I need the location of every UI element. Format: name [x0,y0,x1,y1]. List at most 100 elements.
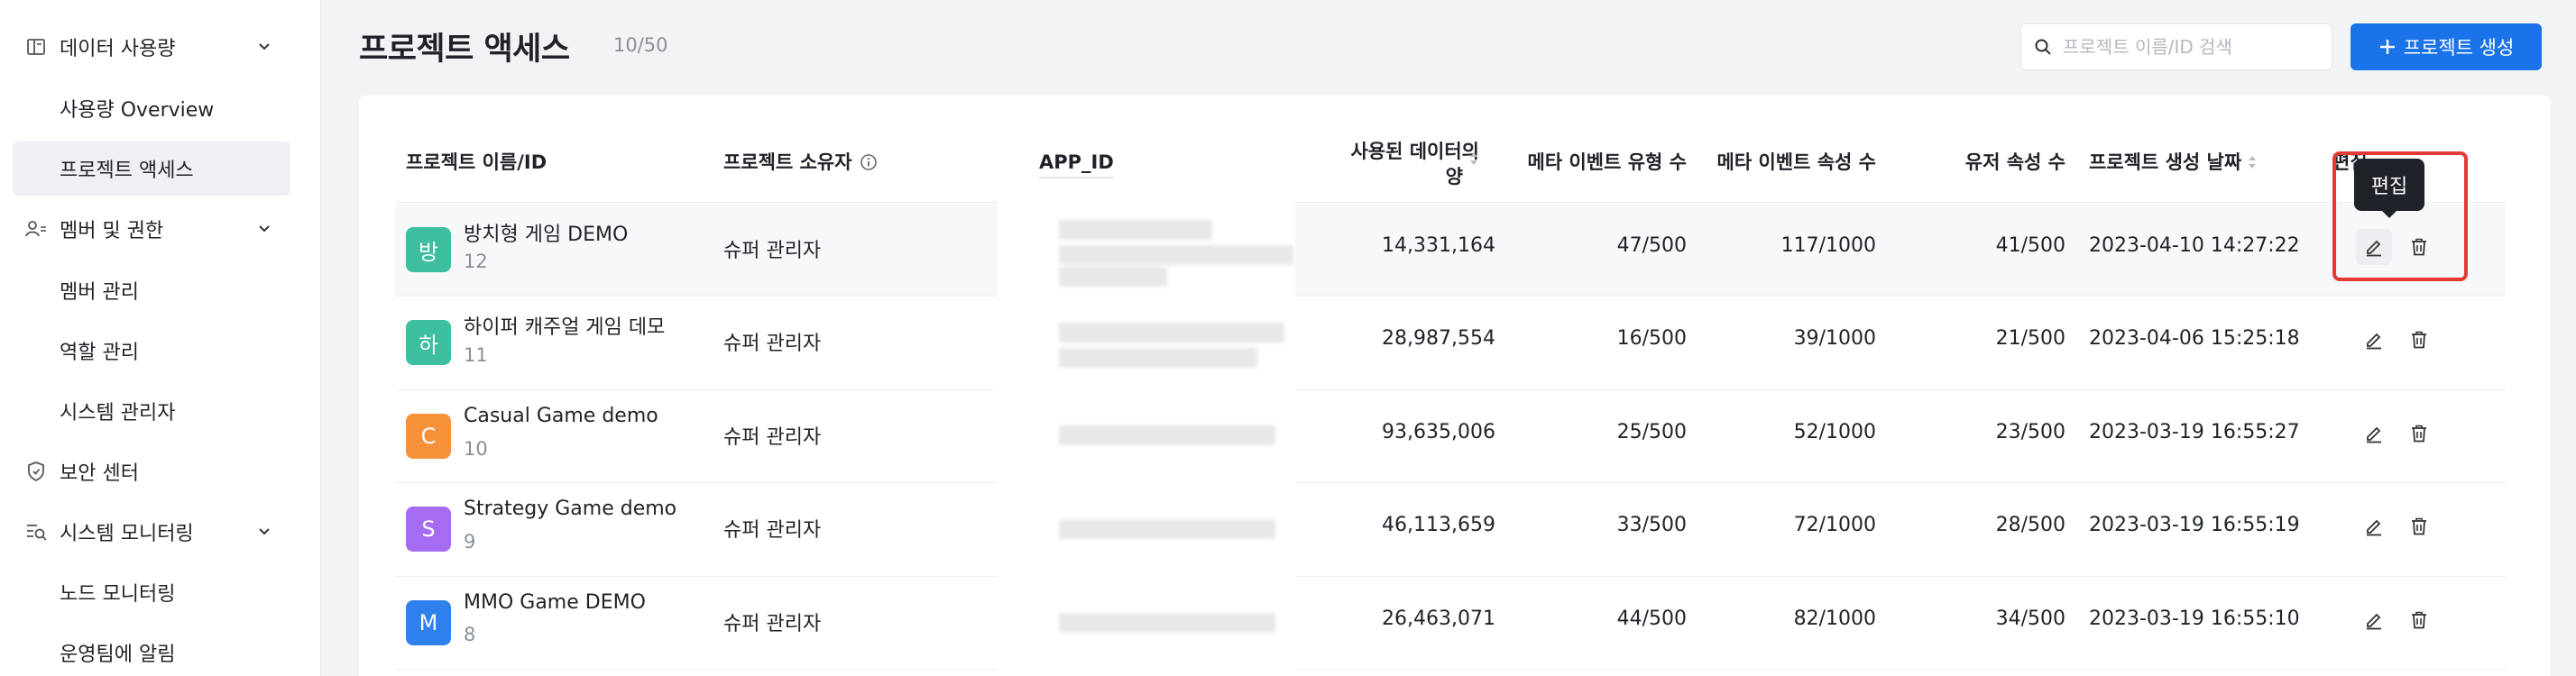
delete-button[interactable] [2401,416,2437,452]
sort-icon[interactable] [2247,153,2258,171]
sidebar-group-data-usage[interactable]: 데이터 사용량 [13,20,290,74]
project-owner: 슈퍼 관리자 [723,426,822,449]
app-id-column: APP_ID [998,96,1295,676]
sort-icon[interactable] [1468,150,1479,168]
meta-event-props: 82/1000 [1793,607,1876,630]
meta-event-types: 25/500 [1616,421,1687,443]
edit-button[interactable] [2356,416,2392,452]
sidebar-group-monitoring[interactable]: 시스템 모니터링 [13,505,290,559]
sidebar-group-label: 데이터 사용량 [60,38,176,60]
column-header-meta-event-types: 메타 이벤트 유형 수 [1527,151,1688,173]
project-id: 9 [464,531,476,553]
shield-icon [25,461,47,482]
sidebar-item-project-access[interactable]: 프로젝트 액세스 [13,142,290,196]
pencil-icon [2364,424,2384,443]
user-props: 34/500 [1995,607,2065,630]
created-date: 2023-04-10 14:27:22 [2089,234,2300,257]
sidebar-item-node-monitoring[interactable]: 노드 모니터링 [13,565,290,619]
created-date: 2023-03-19 16:55:27 [2089,421,2300,443]
create-project-label: 프로젝트 생성 [2403,37,2515,59]
create-project-button[interactable]: 프로젝트 생성 [2351,23,2542,70]
meta-event-props: 117/1000 [1780,234,1876,257]
pencil-icon [2364,330,2384,350]
redacted-app-id [1059,267,1167,287]
search-input[interactable] [2063,36,2315,58]
user-props: 28/500 [1995,514,2065,536]
annotation-highlight-box [2332,151,2468,281]
sidebar-group-members[interactable]: 멤버 및 권한 [13,202,290,256]
sidebar-item-system-admin[interactable]: 시스템 관리자 [13,384,290,438]
column-header-created[interactable]: 프로젝트 생성 날짜 [2089,150,2258,175]
project-name[interactable]: MMO Game DEMO [464,591,646,614]
project-owner: 슈퍼 관리자 [723,519,822,542]
sidebar-item-label: 운영팀에 알림 [60,644,176,666]
redacted-app-id [1059,613,1275,633]
chevron-down-icon[interactable] [256,39,272,55]
redacted-app-id [1059,245,1293,265]
project-avatar: 하 [406,320,451,365]
row-divider [395,296,2506,297]
project-count: 10/50 [613,34,668,56]
meta-event-types: 44/500 [1616,607,1687,630]
project-id: 11 [464,344,488,366]
info-icon[interactable] [860,153,878,171]
project-name[interactable]: Strategy Game demo [464,498,676,520]
project-name[interactable]: Casual Game demo [464,405,658,427]
project-avatar: M [406,600,451,645]
trash-icon [2409,610,2429,630]
sidebar-group-label: 멤버 및 권한 [60,220,164,242]
column-header-data-used-line2: 양 [1279,152,1479,189]
page-title: 프로젝트 액세스 [359,32,570,68]
column-header-user-props: 유저 속성 수 [1964,151,2065,173]
row-divider [395,389,2506,390]
sidebar-item-member-management[interactable]: 멤버 관리 [13,263,290,317]
sidebar-group-security[interactable]: 보안 센터 [13,444,290,498]
delete-button[interactable] [2401,602,2437,638]
chevron-down-icon[interactable] [256,524,272,540]
delete-button[interactable] [2401,508,2437,544]
sidebar-item-usage-overview[interactable]: 사용량 Overview [13,81,290,135]
book-icon [25,36,47,58]
data-used: 26,463,071 [1382,607,1495,630]
column-header-data-used[interactable]: 사용된 데이터의 양 [1279,139,1479,189]
edit-button[interactable] [2356,322,2392,358]
project-avatar: S [406,507,451,552]
project-id: 8 [464,624,476,645]
data-used: 93,635,006 [1382,421,1495,443]
sidebar-item-label: 시스템 관리자 [60,402,176,425]
column-header-owner: 프로젝트 소유자 [723,150,878,175]
chevron-down-icon[interactable] [256,221,272,237]
meta-event-types: 33/500 [1616,514,1687,536]
project-name[interactable]: 방치형 게임 DEMO [464,218,628,247]
sidebar-item-label: 노드 모니터링 [60,583,176,606]
sidebar-item-ops-alert[interactable]: 운영팀에 알림 [13,626,290,676]
created-date: 2023-03-19 16:55:19 [2089,514,2300,536]
created-date: 2023-03-19 16:55:10 [2089,607,2300,630]
data-used: 46,113,659 [1382,514,1495,536]
row-divider [395,202,2506,203]
search-box[interactable] [2020,23,2332,70]
column-header-name: 프로젝트 이름/ID [406,151,547,173]
edit-button[interactable] [2356,508,2392,544]
pencil-icon [2364,516,2384,536]
column-header-created-label: 프로젝트 생성 날짜 [2089,151,2242,173]
column-header-data-used-line2-text: 양 [1445,166,1463,187]
data-used: 28,987,554 [1382,327,1495,350]
project-owner: 슈퍼 관리자 [723,613,822,635]
meta-event-types: 47/500 [1616,234,1687,257]
project-avatar: 방 [406,227,451,272]
sidebar-item-role-management[interactable]: 역할 관리 [13,324,290,378]
sidebar-item-label: 사용량 Overview [60,99,215,122]
meta-event-types: 16/500 [1616,327,1687,350]
sidebar-item-label: 멤버 관리 [60,281,139,304]
column-header-app-id: APP_ID [1039,150,1114,178]
edit-button[interactable] [2356,602,2392,638]
project-name[interactable]: 하이퍼 캐주얼 게임 데모 [464,311,665,340]
redacted-app-id [1059,519,1275,539]
row-divider [395,669,2506,670]
data-used: 14,331,164 [1382,234,1495,257]
trash-icon [2409,424,2429,443]
row-divider [395,482,2506,483]
user-props: 21/500 [1995,327,2065,350]
delete-button[interactable] [2401,322,2437,358]
